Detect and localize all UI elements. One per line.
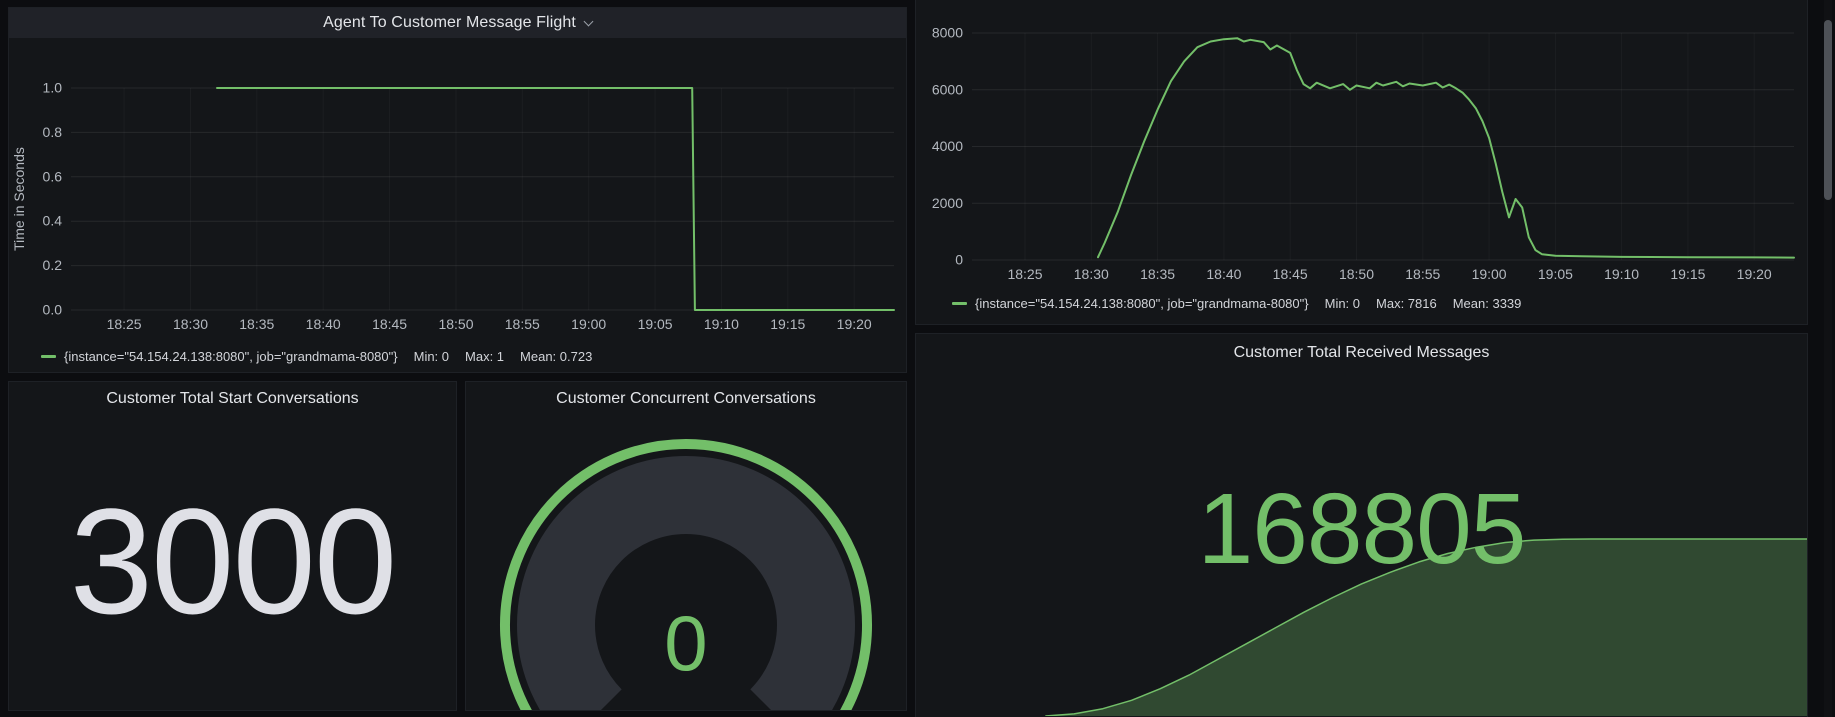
panel-header[interactable]: Agent To Customer Message Flight (9, 8, 906, 38)
svg-text:18:40: 18:40 (1206, 266, 1241, 282)
series-color-swatch[interactable] (952, 302, 967, 305)
svg-text:8000: 8000 (932, 25, 963, 41)
svg-text:0.0: 0.0 (43, 302, 63, 318)
stat-value: 3000 (70, 486, 396, 636)
legend-min: Min: 0 (414, 349, 449, 364)
svg-text:19:05: 19:05 (1538, 266, 1573, 282)
svg-text:19:15: 19:15 (1670, 266, 1705, 282)
legend-mean: Mean: 3339 (1453, 296, 1522, 311)
graph-legend: {instance="54.154.24.138:8080", job="gra… (41, 349, 592, 364)
stat-value: 168805 (916, 479, 1807, 579)
panel-agent-to-customer-message-flight: Agent To Customer Message Flight 0.00.20… (8, 7, 907, 373)
svg-text:18:35: 18:35 (1140, 266, 1175, 282)
svg-text:19:15: 19:15 (770, 316, 805, 332)
svg-text:18:35: 18:35 (239, 316, 274, 332)
svg-text:18:50: 18:50 (1339, 266, 1374, 282)
svg-text:19:10: 19:10 (1604, 266, 1639, 282)
graph-legend: {instance="54.154.24.138:8080", job="gra… (952, 296, 1521, 311)
panel-title[interactable]: Agent To Customer Message Flight (323, 14, 576, 32)
svg-text:0.4: 0.4 (43, 213, 63, 229)
legend-series-label[interactable]: {instance="54.154.24.138:8080", job="gra… (975, 296, 1309, 311)
svg-text:18:45: 18:45 (372, 316, 407, 332)
svg-text:19:20: 19:20 (1737, 266, 1772, 282)
legend-max: Max: 7816 (1376, 296, 1437, 311)
svg-text:19:05: 19:05 (638, 316, 673, 332)
svg-text:0.8: 0.8 (43, 124, 63, 140)
svg-text:Time in Seconds: Time in Seconds (11, 147, 27, 251)
legend-max: Max: 1 (465, 349, 504, 364)
gauge-value: 0 (466, 604, 906, 682)
svg-text:18:45: 18:45 (1273, 266, 1308, 282)
scrollbar-thumb[interactable] (1824, 20, 1832, 200)
panel-title[interactable]: Customer Total Start Conversations (9, 390, 456, 408)
svg-text:18:30: 18:30 (1074, 266, 1109, 282)
svg-text:6000: 6000 (932, 81, 963, 97)
dashboard: Agent To Customer Message Flight 0.00.20… (0, 0, 1835, 717)
legend-mean: Mean: 0.723 (520, 349, 592, 364)
svg-text:0.2: 0.2 (43, 257, 63, 273)
stat-value-container: 3000 (9, 412, 456, 710)
svg-text:19:00: 19:00 (1472, 266, 1507, 282)
panel-customer-total-received-messages: Customer Total Received Messages 168805 (915, 333, 1808, 717)
chevron-down-icon (583, 16, 593, 26)
svg-text:18:25: 18:25 (107, 316, 142, 332)
time-series-graph[interactable]: 0.0 0.2 0.4 0.6 0.8 1.0 18:25 18:30 18:35 18:40 18… (9, 38, 906, 350)
panel-customer-concurrent-conversations: Customer Concurrent Conversations 0 (465, 381, 907, 711)
svg-text:0.6: 0.6 (43, 168, 63, 184)
svg-text:4000: 4000 (932, 138, 963, 154)
time-series-graph[interactable]: 0 2000 4000 6000 8000 18:25 18:30 18:35 18:40 18:… (916, 0, 1807, 292)
svg-text:19:10: 19:10 (704, 316, 739, 332)
svg-text:0: 0 (955, 252, 963, 268)
svg-text:18:55: 18:55 (505, 316, 540, 332)
svg-text:19:20: 19:20 (837, 316, 872, 332)
svg-text:18:50: 18:50 (438, 316, 473, 332)
svg-text:18:40: 18:40 (306, 316, 341, 332)
series-color-swatch[interactable] (41, 355, 56, 358)
legend-series-label[interactable]: {instance="54.154.24.138:8080", job="gra… (64, 349, 398, 364)
panel-customer-total-start-conversations: Customer Total Start Conversations 3000 (8, 381, 457, 711)
svg-text:1.0: 1.0 (43, 80, 63, 96)
panel-messages-throughput-graph: 0 2000 4000 6000 8000 18:25 18:30 18:35 18:40 18:… (915, 0, 1808, 325)
svg-text:18:30: 18:30 (173, 316, 208, 332)
svg-text:18:25: 18:25 (1007, 266, 1042, 282)
legend-min: Min: 0 (1325, 296, 1360, 311)
svg-text:2000: 2000 (932, 195, 963, 211)
svg-text:19:00: 19:00 (571, 316, 606, 332)
scrollbar-track[interactable] (1824, 0, 1832, 717)
svg-text:18:55: 18:55 (1405, 266, 1440, 282)
